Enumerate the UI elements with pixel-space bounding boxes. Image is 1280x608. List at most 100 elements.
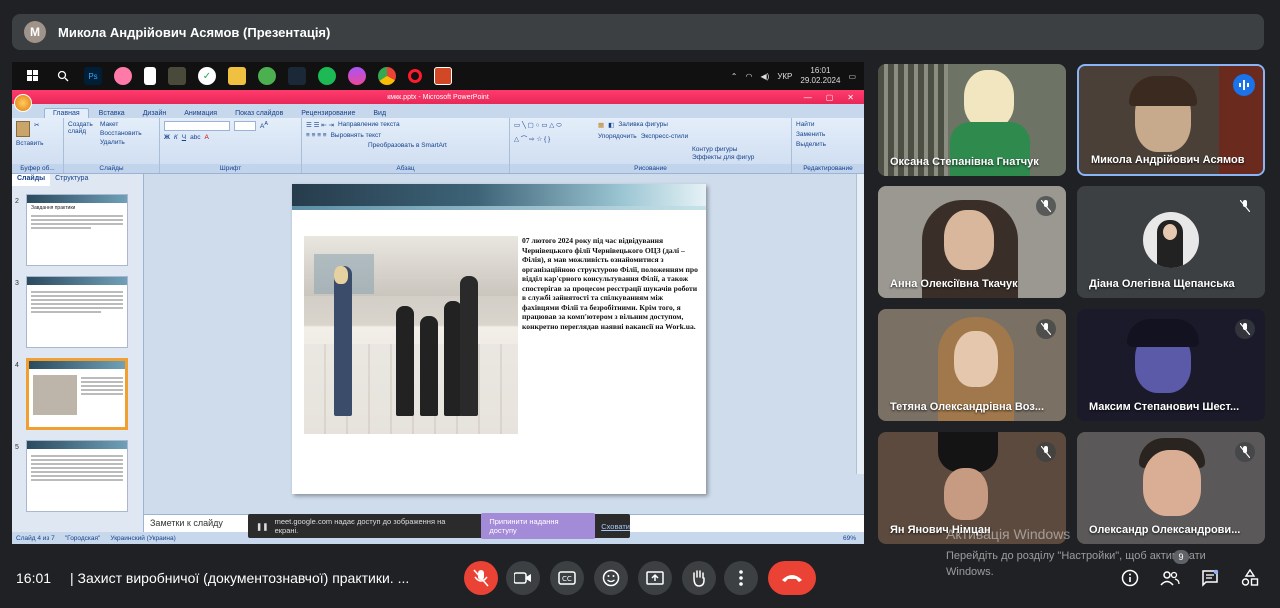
emoji-icon bbox=[602, 569, 620, 587]
text-direction-button: Направление текста bbox=[337, 121, 400, 128]
chevron-up-icon: ⌃ bbox=[730, 71, 738, 81]
camera-toggle-button[interactable] bbox=[506, 561, 540, 595]
participant-name: Діана Олегівна Щепанська bbox=[1089, 278, 1235, 290]
theme-name: "Городская" bbox=[64, 534, 101, 542]
underline-icon: Ч bbox=[181, 134, 187, 141]
window-title: кмкк.pptx - Microsoft PowerPoint bbox=[387, 93, 489, 101]
align-text-button: Выровнять текст bbox=[330, 132, 382, 139]
participant-tile[interactable]: Тетяна Олександрівна Воз... bbox=[878, 309, 1066, 421]
thumb-title: Завдання практики bbox=[31, 205, 76, 211]
muted-mic-icon bbox=[1235, 196, 1255, 216]
activities-button[interactable] bbox=[1238, 566, 1262, 590]
font-size-box bbox=[234, 121, 256, 131]
people-button[interactable] bbox=[1158, 566, 1182, 590]
participant-name: Максим Степанович Шест... bbox=[1089, 401, 1240, 413]
more-vert-icon bbox=[739, 570, 743, 586]
ribbon-tab-animation: Анимация bbox=[184, 110, 218, 117]
powerpoint-icon bbox=[434, 67, 452, 85]
captions-button[interactable]: CC bbox=[550, 561, 584, 595]
shapes-gallery-icon: ▭ ╲ ▢ ○ ▭ △ ⬭ bbox=[514, 122, 562, 129]
more-options-button[interactable] bbox=[724, 561, 758, 595]
activities-icon bbox=[1241, 569, 1259, 586]
thumb-number: 4 bbox=[15, 362, 19, 369]
current-slide: 07 лютого 2024 року під час відвідування… bbox=[292, 184, 706, 494]
present-screen-button[interactable] bbox=[638, 561, 672, 595]
photoshop-icon: Ps bbox=[84, 67, 102, 85]
ribbon-tab-slideshow: Показ слайдов bbox=[235, 110, 284, 117]
search-icon bbox=[54, 67, 72, 85]
close-icon: ✕ bbox=[847, 92, 854, 102]
find-button: Найти bbox=[796, 121, 815, 128]
select-button: Выделить bbox=[796, 141, 826, 148]
ribbon-group-drawing: ▭ ╲ ▢ ○ ▭ △ ⬭ ▦ ◧ Заливка фигуры △ ⌒ ⇨ ☆ { … bbox=[510, 118, 792, 173]
presentation-title: Микола Андрійович Асямов (Презентація) bbox=[58, 24, 331, 40]
meeting-clock: 16:01 bbox=[16, 570, 52, 586]
stop-sharing-button[interactable]: Припинити надання доступу bbox=[481, 513, 596, 539]
end-call-button[interactable] bbox=[768, 561, 816, 595]
participant-tile[interactable]: Діана Олегівна Щепанська bbox=[1077, 186, 1265, 298]
shared-screen: Ps ✓ ⌃ ◠ ◀) УКР 16:01 29.02.2024 ▭ кмкк.… bbox=[12, 62, 864, 544]
participant-tile-speaking[interactable]: Микола Андрійович Асямов bbox=[1077, 64, 1265, 176]
slide-header-stripe bbox=[292, 206, 706, 210]
people-icon bbox=[1160, 571, 1180, 586]
slides-pane: Слайды Структура 2 Завдання практики 3 4 bbox=[12, 174, 144, 532]
slide-thumbnail: Завдання практики bbox=[26, 194, 128, 266]
ribbon-tabs: Главная Вставка Дизайн Анимация Показ сл… bbox=[12, 104, 864, 118]
group-label-paragraph: Абзац bbox=[302, 164, 509, 173]
participant-tile[interactable]: Олександр Олександрови... bbox=[1077, 432, 1265, 544]
slide-header-band bbox=[292, 184, 706, 206]
participant-name: Тетяна Олександрівна Воз... bbox=[890, 401, 1045, 413]
restore-button: Восстановить bbox=[100, 130, 142, 137]
chat-button[interactable] bbox=[1198, 566, 1222, 590]
torrent-icon bbox=[258, 67, 276, 85]
meeting-title-text: Захист виробничої (документознавчої) пра… bbox=[77, 570, 410, 586]
font-name-box bbox=[164, 121, 230, 131]
powerpoint-window: кмкк.pptx - Microsoft PowerPoint — ▢ ✕ Г… bbox=[12, 90, 864, 544]
italic-icon: К bbox=[173, 134, 178, 141]
participant-name: Олександр Олександрови... bbox=[1089, 524, 1241, 536]
chat-icon bbox=[1202, 569, 1219, 587]
muted-mic-icon bbox=[1235, 442, 1255, 462]
meeting-info-button[interactable] bbox=[1118, 566, 1142, 590]
maximize-icon: ▢ bbox=[825, 92, 834, 102]
language: Украинский (Украина) bbox=[110, 534, 176, 542]
mic-off-icon bbox=[473, 569, 489, 587]
opera-icon bbox=[408, 69, 422, 83]
group-label-drawing: Рисование bbox=[510, 164, 791, 173]
input-language: УКР bbox=[777, 71, 793, 81]
taskbar-date: 29.02.2024 bbox=[800, 76, 841, 85]
participant-count-badge: 9 bbox=[1173, 550, 1189, 564]
ppt-body: Слайды Структура 2 Завдання практики 3 4 bbox=[12, 174, 864, 532]
strike-icon: abc bbox=[190, 134, 201, 141]
ribbon-group-paragraph: ☰ ☰ ⇤ ⇥ Направление текста ≡ ≡ ≡ ≡ Выровня… bbox=[302, 118, 510, 173]
microphone-toggle-button[interactable] bbox=[464, 561, 498, 595]
participant-tile[interactable]: Анна Олексіївна Ткачук bbox=[878, 186, 1066, 298]
app-dark-icon bbox=[168, 67, 186, 85]
hang-up-icon bbox=[782, 575, 802, 582]
volume-icon: ◀) bbox=[760, 71, 770, 81]
reactions-button[interactable] bbox=[594, 561, 628, 595]
participant-name: Микола Андрійович Асямов bbox=[1091, 154, 1245, 166]
shapes-gallery-row2-icon: △ ⌒ ⇨ ☆ { } bbox=[514, 136, 551, 143]
arrange-button: Упорядочить bbox=[598, 133, 637, 140]
hide-notice-link[interactable]: Сховати bbox=[601, 522, 630, 531]
group-label-font: Шрифт bbox=[160, 164, 301, 173]
slide-counter: Слайд 4 из 7 bbox=[16, 534, 55, 542]
raise-hand-button[interactable] bbox=[682, 561, 716, 595]
group-label-slides: Слайды bbox=[64, 164, 159, 173]
powerpoint-titlebar: кмкк.pptx - Microsoft PowerPoint — ▢ ✕ bbox=[12, 90, 864, 104]
participant-tile[interactable]: Оксана Степанівна Гнатчук bbox=[878, 64, 1066, 176]
align-icons: ≡ ≡ ≡ ≡ bbox=[306, 132, 327, 139]
participant-name: Оксана Степанівна Гнатчук bbox=[890, 156, 1039, 168]
taskbar-clock: 16:01 29.02.2024 bbox=[800, 66, 840, 86]
info-icon bbox=[1121, 569, 1139, 587]
delete-button: Удалить bbox=[100, 139, 125, 146]
windows-activation-watermark: Активація Windows bbox=[946, 526, 1071, 542]
ribbon-tab-home: Главная bbox=[44, 108, 89, 118]
slide-text: 07 лютого 2024 року під час відвідування… bbox=[522, 236, 698, 331]
quick-styles-button: Экспресс-стили bbox=[640, 133, 689, 140]
participant-tile[interactable]: Максим Степанович Шест... bbox=[1077, 309, 1265, 421]
vertical-scrollbar bbox=[856, 174, 864, 474]
spotify-icon bbox=[318, 67, 336, 85]
taskbar-time: 16:01 bbox=[810, 66, 831, 75]
